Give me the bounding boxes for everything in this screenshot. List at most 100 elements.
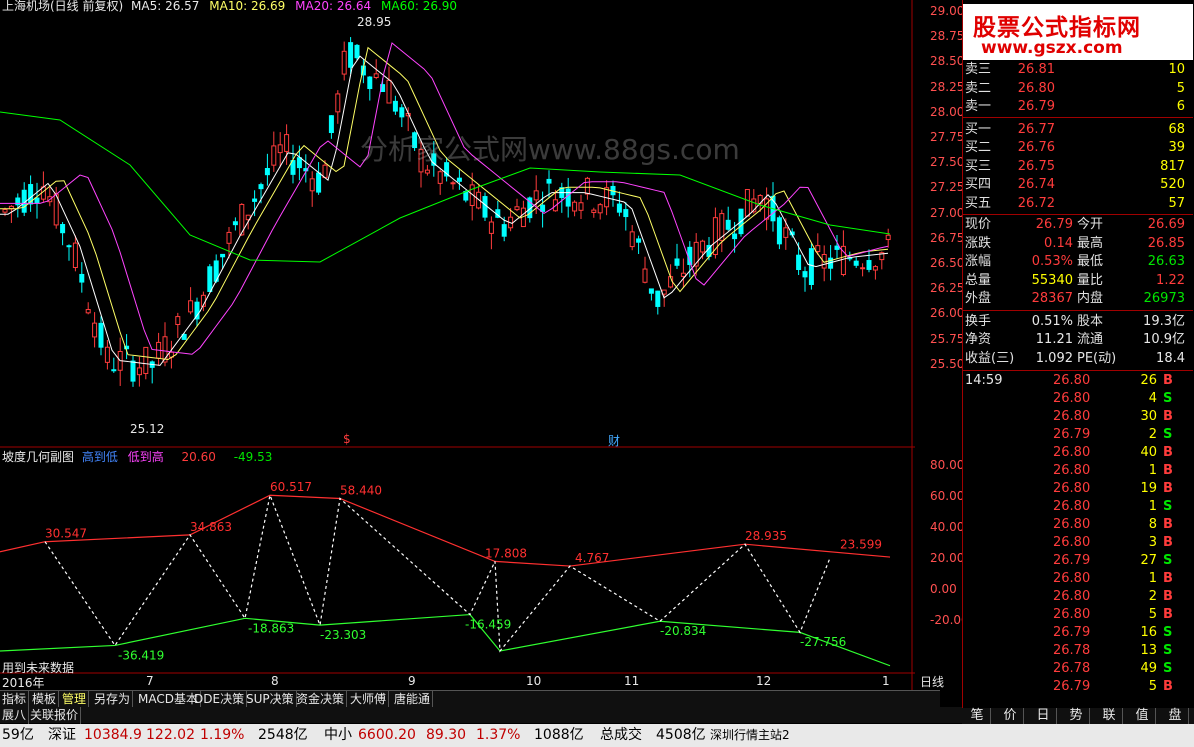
tick-row[interactable]: 26.80 5 B [963, 606, 1193, 624]
tick-row[interactable]: 26.80 19 B [963, 480, 1193, 498]
right-tab[interactable]: 联 [1096, 708, 1123, 724]
candle-body [860, 267, 866, 270]
tick-volume: 3 [1148, 535, 1157, 550]
divider [963, 117, 1193, 118]
tick-row[interactable]: 26.80 8 B [963, 516, 1193, 534]
orderbook-row[interactable]: 买三 26.75 817 [963, 158, 1193, 176]
tick-row[interactable]: 26.79 27 S [963, 552, 1193, 570]
tick-row[interactable]: 26.80 1 B [963, 462, 1193, 480]
stat-value: 28367 [1031, 291, 1073, 306]
tick-row[interactable]: 26.78 13 S [963, 642, 1193, 660]
candle-body [226, 231, 232, 244]
candle-body [136, 367, 142, 376]
candle-body [802, 271, 808, 278]
status-server[interactable]: 深圳行情主站2 [710, 724, 790, 747]
tick-price: 26.80 [1053, 445, 1091, 460]
tick-row[interactable]: 26.80 4 S [963, 390, 1193, 408]
right-tab[interactable]: 盘 [1162, 708, 1189, 724]
tab-indicator[interactable]: SUP决策 [244, 691, 297, 708]
orderbook-label: 买四 [965, 177, 992, 192]
right-tab[interactable]: 日 [1030, 708, 1057, 724]
right-tab[interactable]: 价 [997, 708, 1024, 724]
tab-indicator[interactable]: 唐能通 [392, 691, 434, 708]
tab-expand[interactable]: 展八 [0, 707, 30, 724]
orderbook-row[interactable]: 买五 26.72 57 [963, 195, 1193, 213]
tick-row[interactable]: 26.80 3 B [963, 534, 1193, 552]
stat-value: 0.14 [1044, 235, 1073, 251]
candle-body [130, 360, 136, 382]
date-label: 10 [526, 674, 542, 688]
tick-side: B [1163, 373, 1173, 388]
date-label: 2016年 [2, 676, 45, 690]
tick-row[interactable]: 26.80 1 B [963, 570, 1193, 588]
tab-indicator[interactable]: 资金决策 [294, 691, 348, 708]
price-axis-tick: 27.25 [930, 180, 965, 195]
tick-row[interactable]: 26.79 16 S [963, 624, 1193, 642]
price-axis-tick: 28.50 [930, 54, 965, 69]
date-label: 8 [271, 674, 279, 688]
candle-body [328, 115, 334, 134]
tick-row[interactable]: 26.80 30 B [963, 408, 1193, 426]
orderbook-row[interactable]: 买一 26.77 68 [963, 121, 1193, 139]
orderbook-row[interactable]: 卖二 26.80 5 [963, 80, 1193, 98]
candle-body [104, 346, 110, 363]
candle-body [648, 288, 654, 294]
candle-body [783, 227, 789, 238]
tick-row[interactable]: 26.80 1 S [963, 498, 1193, 516]
candle-body [815, 245, 821, 253]
tab-indicator[interactable]: 另存为 [92, 691, 134, 708]
finance-marker[interactable]: 财 [608, 432, 620, 449]
right-tab[interactable]: 势 [1063, 708, 1090, 724]
candle-body [392, 100, 398, 112]
candle-body [252, 198, 258, 202]
tick-volume: 1 [1148, 463, 1157, 478]
tick-side: B [1163, 535, 1173, 550]
tick-side: B [1163, 517, 1173, 532]
orderbook-row[interactable]: 卖一 26.79 6 [963, 98, 1193, 116]
tick-row[interactable]: 26.80 40 B [963, 444, 1193, 462]
stock-title: 上海机场(日线 前复权) [2, 0, 124, 13]
tab-indicator[interactable]: 大师傅 [348, 691, 390, 708]
right-tab[interactable]: 值 [1129, 708, 1156, 724]
stat-value: 0.53% [1031, 254, 1073, 269]
indicator-value-label: 17.808 [485, 546, 527, 560]
candle-body [642, 268, 648, 283]
orderbook-row[interactable]: 买二 26.76 39 [963, 139, 1193, 157]
candle-body [572, 201, 578, 212]
tick-time: 14:59 [965, 373, 1003, 388]
stat-row: 涨跌 0.14 最高 26.85 [963, 235, 1193, 253]
candle-body [322, 164, 328, 179]
tick-row[interactable]: 26.79 5 B [963, 678, 1193, 696]
orderbook-price: 26.81 [1017, 62, 1055, 77]
candle-body [872, 266, 878, 271]
tab-related-quote[interactable]: 关联报价 [28, 707, 82, 724]
orderbook-label: 卖二 [965, 80, 992, 96]
tick-row[interactable]: 26.78 49 S [963, 660, 1193, 678]
orderbook-row[interactable]: 买四 26.74 520 [963, 176, 1193, 194]
candle-body [296, 157, 302, 169]
tick-row[interactable]: 14:59 26.80 26 B [963, 372, 1193, 390]
tick-price: 26.79 [1053, 679, 1091, 694]
ma10-label: MA10: 26.69 [209, 0, 286, 13]
period-label[interactable]: 日线 [920, 673, 944, 690]
orderbook-row[interactable]: 卖三 26.81 10 [963, 61, 1193, 79]
tab-indicator[interactable]: DDE决策 [192, 691, 248, 708]
indicator-series-a: 高到低 [81, 450, 118, 464]
right-tab[interactable]: 笔 [964, 708, 991, 724]
tick-price: 26.80 [1053, 463, 1091, 478]
indicator-tabs: 指标 模板 管理 另存为 MACD基本 DDE决策 SUP决策 资金决策 大师傅 唐能通 [0, 690, 940, 708]
tab-indicator[interactable]: 模板 [30, 691, 60, 708]
tab-indicator[interactable]: 指标 [0, 691, 30, 708]
price-axis-tick: 27.00 [930, 205, 965, 220]
tick-row[interactable]: 26.80 2 B [963, 588, 1193, 606]
indicator-value-label: 4.767 [575, 551, 609, 565]
low-price-label: 25.12 [130, 422, 165, 436]
kline-chart[interactable]: 30.547 34.863 60.517 58.440 17.808 4.767 28.93… [0, 0, 915, 690]
stat-row: 换手 0.51% 股本 19.3亿 [963, 313, 1193, 331]
tick-row[interactable]: 26.79 2 S [963, 426, 1193, 444]
indicator-header: 坡度几何副图 高到低 低到高 20.60 -49.53 [2, 448, 272, 465]
stat-label: 净资 [965, 332, 992, 347]
candle-body [482, 196, 488, 218]
tick-price: 26.79 [1053, 553, 1091, 568]
tab-indicator[interactable]: 管理 [60, 691, 90, 708]
